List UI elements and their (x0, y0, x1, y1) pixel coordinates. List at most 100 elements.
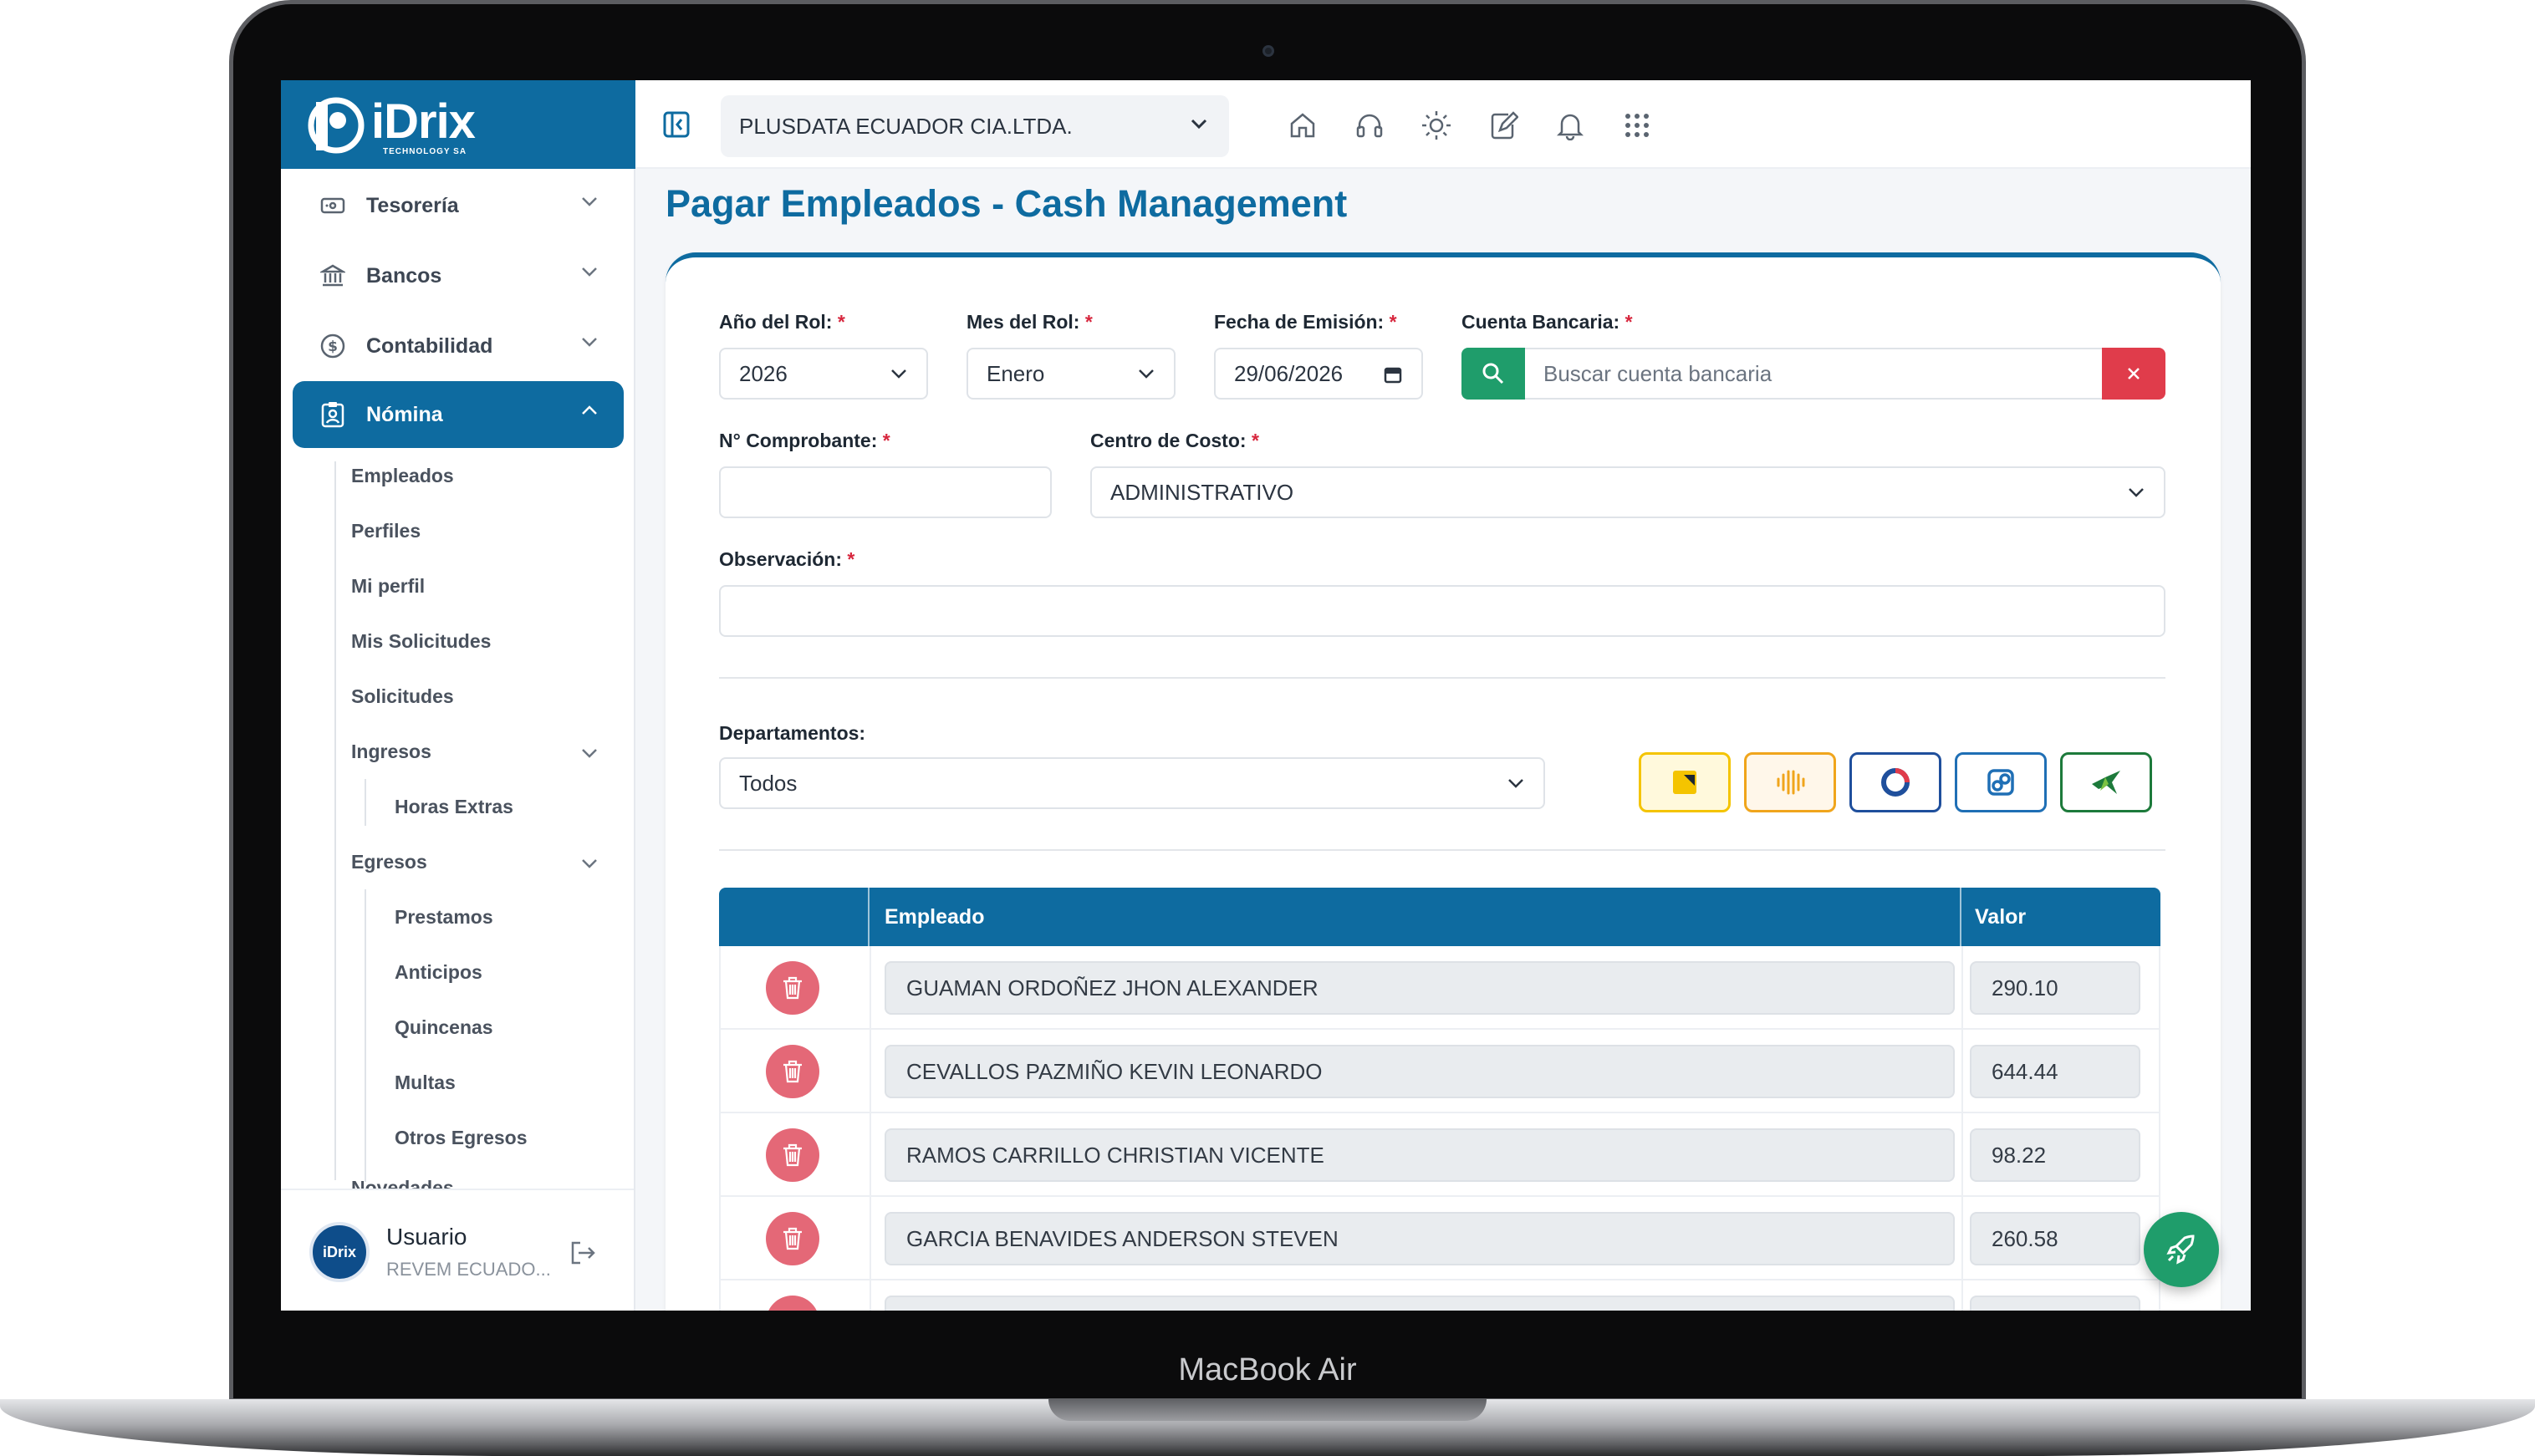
edit-note-icon[interactable] (1487, 109, 1520, 142)
header-separator (868, 888, 870, 946)
cuenta-search-input[interactable]: Buscar cuenta bancaria (1525, 348, 2102, 400)
brand-header[interactable]: iDrix TECHNOLOGY SA (281, 80, 635, 169)
clear-account-button[interactable] (2102, 348, 2165, 400)
submenu-solicitudes[interactable]: Solicitudes (351, 685, 454, 708)
centro-costo-select[interactable]: ADMINISTRATIVO (1090, 466, 2165, 518)
calendar-icon[interactable] (1383, 364, 1403, 384)
produbanco-bank-button[interactable] (2060, 752, 2152, 812)
header-valor[interactable]: Valor (1975, 888, 2026, 946)
chevron-down-icon (582, 338, 597, 347)
bell-icon[interactable] (1553, 109, 1587, 142)
brand-sub: TECHNOLOGY SA (383, 147, 467, 156)
header-separator (1960, 888, 1961, 946)
submenu-horas-extras[interactable]: Horas Extras (395, 796, 513, 818)
comprobante-label: N° Comprobante: * (719, 430, 890, 452)
sidebar-item-nomina[interactable]: Nómina (293, 381, 624, 448)
submenu-empleados[interactable]: Empleados (351, 465, 454, 487)
apps-grid-icon[interactable] (1620, 109, 1654, 142)
employee-value-field[interactable]: 98.22 (1970, 1128, 2140, 1182)
departamentos-select[interactable]: Todos (719, 757, 1545, 809)
sun-icon[interactable] (1420, 109, 1453, 142)
page-title: Pagar Empleados - Cash Management (666, 182, 1348, 225)
guayaquil-bank-button[interactable] (1744, 752, 1836, 812)
device-label: MacBook Air (1178, 1352, 1357, 1387)
employee-value-field[interactable]: 290.10 (1970, 961, 2140, 1015)
logout-icon[interactable] (569, 1240, 597, 1265)
submenu-egresos[interactable]: Egresos (351, 851, 610, 873)
table-header: Empleado Valor (719, 888, 2160, 946)
user-name: Usuario (386, 1224, 467, 1250)
submenu-ingresos[interactable]: Ingresos (351, 741, 610, 763)
submenu-guide (365, 779, 366, 826)
search-account-button[interactable] (1461, 348, 1525, 400)
mes-label-text: Mes del Rol: (967, 311, 1080, 333)
submenu-multas[interactable]: Multas (395, 1072, 456, 1094)
sidebar-item-bancos[interactable]: Bancos (293, 242, 624, 309)
anio-value: 2026 (739, 360, 788, 386)
bolivariano-bank-button[interactable] (1955, 752, 2047, 812)
headset-icon[interactable] (1353, 109, 1386, 142)
delete-row-button[interactable] (766, 1212, 819, 1265)
anio-select[interactable]: 2026 (719, 348, 928, 400)
table-row: RAMOS CARRILLO CHRISTIAN VICENTE 98.22 (719, 1113, 2160, 1197)
employee-name-field[interactable]: GUAMAN MONTALVAN SUSANA MARGARITA (885, 1296, 1955, 1311)
submenu-quincenas[interactable]: Quincenas (395, 1016, 493, 1039)
submenu-anticipos[interactable]: Anticipos (395, 961, 482, 984)
submenu-mis-solicitudes[interactable]: Mis Solicitudes (351, 630, 491, 653)
submenu-guide (365, 889, 366, 1182)
anio-label-text: Año del Rol: (719, 311, 833, 333)
chevron-down-icon (582, 267, 597, 277)
employee-value-field[interactable]: 260.58 (1970, 1212, 2140, 1265)
observacion-input[interactable] (719, 585, 2165, 637)
sidebar-toggle-icon[interactable] (662, 110, 691, 139)
mes-value: Enero (987, 360, 1045, 386)
table-row: GUAMAN MONTALVAN SUSANA MARGARITA 303.35 (719, 1280, 2160, 1311)
column-separator (870, 1280, 871, 1311)
employee-name-field[interactable]: RAMOS CARRILLO CHRISTIAN VICENTE (885, 1128, 1955, 1182)
submenu-ingresos-label: Ingresos (351, 741, 431, 762)
chevron-up-icon (582, 405, 597, 415)
payroll-icon (318, 400, 348, 430)
submenu-perfiles[interactable]: Perfiles (351, 520, 421, 542)
chevron-down-icon (1191, 119, 1207, 130)
required-mark: * (1084, 311, 1093, 333)
user-card: iDrix Usuario REVEM ECUADO... (281, 1189, 634, 1311)
divider (719, 677, 2165, 679)
fecha-label-text: Fecha de Emisión: (1214, 311, 1385, 333)
trash-icon (783, 1227, 802, 1250)
submenu-mi-perfil[interactable]: Mi perfil (351, 575, 425, 598)
sidebar-item-tesoreria[interactable]: Tesorería (293, 172, 624, 239)
submenu-prestamos[interactable]: Prestamos (395, 906, 493, 929)
delete-row-button[interactable] (766, 1045, 819, 1098)
submenu-guide (334, 461, 336, 1180)
home-icon[interactable] (1286, 109, 1319, 142)
comprobante-input[interactable] (719, 466, 1052, 518)
brand-name: iDrix (371, 94, 476, 149)
employee-name-field[interactable]: GARCIA BENAVIDES ANDERSON STEVEN (885, 1212, 1955, 1265)
column-separator (1961, 1197, 1963, 1280)
sidebar-item-contabilidad[interactable]: $ Contabilidad (293, 313, 624, 379)
chevron-down-icon (2129, 488, 2144, 497)
employee-value-field[interactable]: 644.44 (1970, 1045, 2140, 1098)
employee-name-field[interactable]: GUAMAN ORDOÑEZ JHON ALEXANDER (885, 961, 1955, 1015)
submenu-otros-egresos[interactable]: Otros Egresos (395, 1127, 528, 1149)
rocket-icon (2166, 1235, 2195, 1265)
submenu-egresos-label: Egresos (351, 851, 427, 873)
header-empleado[interactable]: Empleado (885, 888, 984, 946)
chevron-down-icon (891, 369, 906, 379)
pacifico-bank-button[interactable] (1849, 752, 1941, 812)
column-separator (870, 1030, 871, 1113)
process-payment-button[interactable] (2144, 1212, 2219, 1287)
delete-row-button[interactable] (766, 961, 819, 1015)
delete-row-button[interactable] (766, 1128, 819, 1182)
pichincha-bank-button[interactable] (1639, 752, 1731, 812)
employee-name-field[interactable]: CEVALLOS PAZMIÑO KEVIN LEONARDO (885, 1045, 1955, 1098)
dollar-circle-icon: $ (318, 331, 348, 361)
avatar[interactable]: iDrix (309, 1222, 370, 1282)
delete-row-button[interactable] (766, 1296, 819, 1311)
employee-value-field[interactable]: 303.35 (1970, 1296, 2140, 1311)
fecha-input[interactable]: 29/06/2026 (1214, 348, 1423, 400)
company-select[interactable]: PLUSDATA ECUADOR CIA.LTDA. (721, 95, 1229, 157)
mes-select[interactable]: Enero (967, 348, 1176, 400)
chevron-down-icon (582, 197, 597, 206)
